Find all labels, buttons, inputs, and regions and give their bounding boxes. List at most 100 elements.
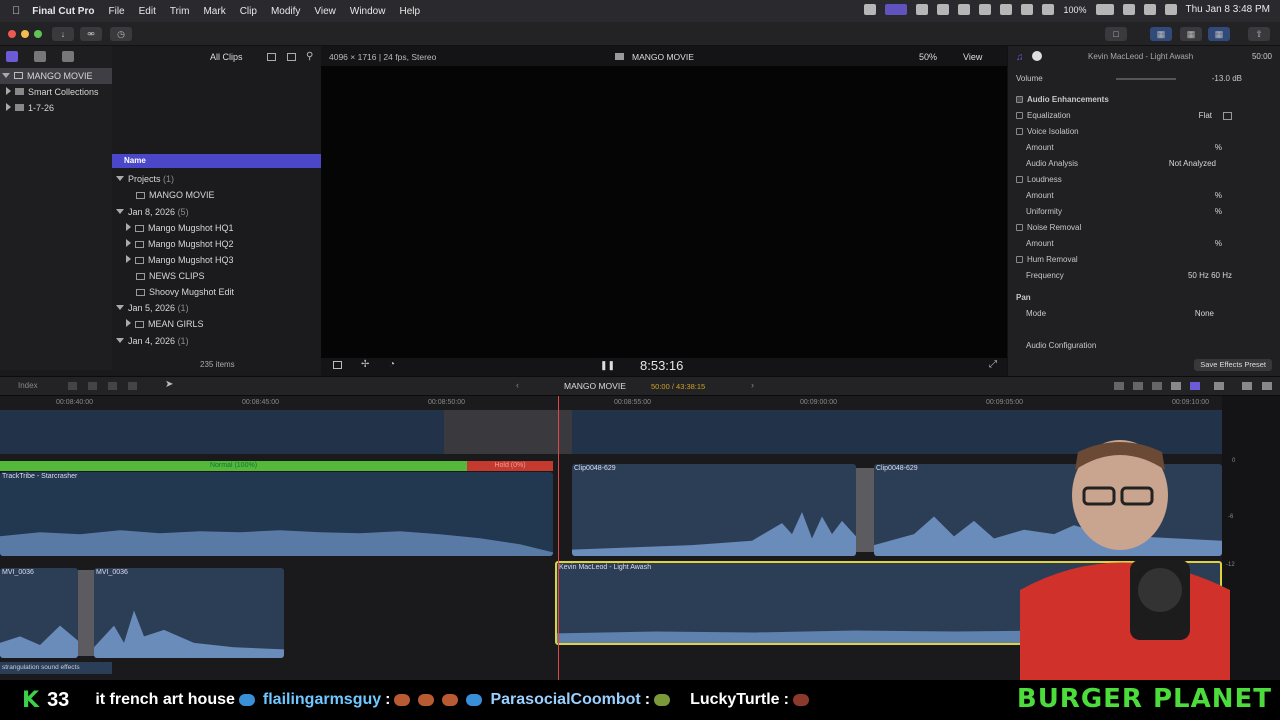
keywords-icon[interactable]: ⚮ xyxy=(80,27,102,41)
apple-icon[interactable]:  xyxy=(12,5,20,17)
list-item[interactable]: Projects (1) xyxy=(116,171,174,187)
volume-row[interactable]: Volume -13.0 dB xyxy=(1016,71,1272,87)
list-item[interactable]: Shoovy Mugshot Edit xyxy=(136,284,234,300)
clip-appearance-icon[interactable] xyxy=(1133,382,1143,390)
titles-icon[interactable] xyxy=(62,51,74,62)
menu-window[interactable]: Window xyxy=(350,6,386,17)
list-view-icon[interactable] xyxy=(267,53,276,61)
minimize-window-button[interactable] xyxy=(21,30,29,38)
status-icon[interactable] xyxy=(958,4,971,15)
save-effects-preset-button[interactable]: Save Effects Preset xyxy=(1194,359,1272,371)
back-icon[interactable]: ‹ xyxy=(516,380,519,390)
speed-icon[interactable]: ◔ xyxy=(389,359,395,370)
user-icon[interactable] xyxy=(1164,4,1177,15)
select-tool-icon[interactable]: ➤ xyxy=(165,379,173,390)
transition-handle[interactable] xyxy=(856,468,874,552)
loudness-row[interactable]: Loudness xyxy=(1016,172,1272,188)
zoom-popup[interactable]: 50% xyxy=(919,52,937,62)
timeline-ruler[interactable]: 00:08:40:00 00:08:45:00 00:08:50:00 00:0… xyxy=(0,396,1222,410)
menu-clip[interactable]: Clip xyxy=(240,6,257,17)
status-icon[interactable] xyxy=(916,4,929,15)
transform-icon[interactable] xyxy=(333,361,342,369)
control-center-icon[interactable] xyxy=(1143,4,1156,15)
battery-icon[interactable] xyxy=(1095,4,1114,15)
info-icon[interactable] xyxy=(1032,51,1042,61)
share-icon[interactable]: ⇧ xyxy=(1248,27,1270,41)
menu-mark[interactable]: Mark xyxy=(203,6,225,17)
filmstrip-icon[interactable] xyxy=(287,53,296,61)
append-icon[interactable] xyxy=(108,382,117,390)
snapping-icon[interactable] xyxy=(1214,382,1224,390)
equalization-row[interactable]: Equalization Flat xyxy=(1016,108,1272,124)
enhance-icon[interactable]: ✢ xyxy=(361,359,369,370)
effects-browser-icon[interactable] xyxy=(1242,382,1252,390)
list-item[interactable]: Mango Mugshot HQ1 xyxy=(126,220,234,236)
transitions-browser-icon[interactable] xyxy=(1262,382,1272,390)
audio-clip[interactable]: Clip0048-629 xyxy=(572,464,856,556)
column-header-name[interactable]: Name xyxy=(112,154,321,168)
list-item[interactable]: MEAN GIRLS xyxy=(126,316,204,332)
speed-bar-normal[interactable]: Normal (100%) xyxy=(0,461,467,471)
pause-button[interactable]: ❚❚ xyxy=(600,360,615,371)
clock[interactable]: Thu Jan 8 3:48 PM xyxy=(1186,4,1271,15)
list-item[interactable]: Jan 5, 2026 (1) xyxy=(116,300,189,316)
search-icon[interactable]: ⚲ xyxy=(306,51,313,62)
audio-skimming-icon[interactable] xyxy=(1171,382,1181,390)
noise-removal-row[interactable]: Noise Removal xyxy=(1016,220,1272,236)
menu-trim[interactable]: Trim xyxy=(170,6,190,17)
list-item[interactable]: NEWS CLIPS xyxy=(136,268,205,284)
list-item[interactable]: Jan 8, 2026 (5) xyxy=(116,204,189,220)
bluetooth-icon[interactable] xyxy=(1021,4,1034,15)
view-popup[interactable]: View xyxy=(963,52,982,62)
layout-icon[interactable]: ▦ xyxy=(1150,27,1172,41)
audio-clip[interactable]: TrackTribe - Starcrasher xyxy=(0,472,553,556)
library-icon[interactable] xyxy=(6,51,18,62)
wifi-icon[interactable] xyxy=(1042,4,1055,15)
audio-tab-icon[interactable]: ♫ xyxy=(1016,52,1024,63)
video-canvas[interactable] xyxy=(321,66,1007,358)
list-item[interactable]: MANGO MOVIE xyxy=(136,187,215,203)
audio-clip[interactable]: MVI_0036 xyxy=(94,568,284,658)
insert-icon[interactable] xyxy=(88,382,97,390)
speed-bar-hold[interactable]: Hold (0%) xyxy=(467,461,553,471)
menu-view[interactable]: View xyxy=(314,6,336,17)
menu-help[interactable]: Help xyxy=(399,6,420,17)
gap-clip[interactable] xyxy=(444,410,572,454)
search-icon[interactable] xyxy=(1122,4,1135,15)
connect-icon[interactable] xyxy=(68,382,77,390)
section-header[interactable]: Audio Enhancements xyxy=(1016,92,1272,108)
zoom-window-button[interactable] xyxy=(34,30,42,38)
voice-isolation-row[interactable]: Voice Isolation xyxy=(1016,124,1272,140)
clip-filter-popup[interactable]: All Clips xyxy=(210,52,243,62)
import-icon[interactable]: ↓ xyxy=(52,27,74,41)
menu-edit[interactable]: Edit xyxy=(139,6,156,17)
equalizer-icon[interactable] xyxy=(1223,112,1232,120)
menu-modify[interactable]: Modify xyxy=(271,6,300,17)
list-item[interactable]: Mango Mugshot HQ2 xyxy=(126,236,234,252)
close-window-button[interactable] xyxy=(8,30,16,38)
photos-icon[interactable] xyxy=(34,51,46,62)
audio-configuration-header[interactable]: Audio Configuration xyxy=(1016,338,1272,354)
share-icon[interactable]: □ xyxy=(1105,27,1127,41)
pan-mode-popup[interactable]: None xyxy=(1195,306,1214,322)
forward-icon[interactable]: › xyxy=(751,380,754,390)
index-button[interactable]: Index xyxy=(18,381,38,390)
zoom-out-icon[interactable] xyxy=(1114,382,1124,390)
library-item[interactable]: 1-7-26 xyxy=(0,100,54,116)
audio-clip[interactable]: strangulation sound effects xyxy=(0,662,112,674)
background-tasks-icon[interactable]: ◷ xyxy=(110,27,132,41)
menu-app-name[interactable]: Final Cut Pro xyxy=(32,6,94,17)
project-name-popup[interactable]: MANGO MOVIE xyxy=(564,381,626,391)
status-icon[interactable] xyxy=(937,4,950,15)
overwrite-icon[interactable] xyxy=(128,382,137,390)
layout-icon[interactable]: ▦ xyxy=(1180,27,1202,41)
library-item[interactable]: MANGO MOVIE xyxy=(0,68,112,84)
volume-icon[interactable] xyxy=(979,4,992,15)
playhead[interactable] xyxy=(558,396,559,680)
list-item[interactable]: Mango Mugshot HQ3 xyxy=(126,252,234,268)
transition-handle[interactable] xyxy=(78,570,94,656)
status-icon[interactable] xyxy=(864,4,877,15)
timecode-display[interactable]: 8:53:16 xyxy=(640,358,683,373)
audio-clip[interactable]: MVI_0036 xyxy=(0,568,78,658)
screen-record-icon[interactable] xyxy=(885,4,908,15)
